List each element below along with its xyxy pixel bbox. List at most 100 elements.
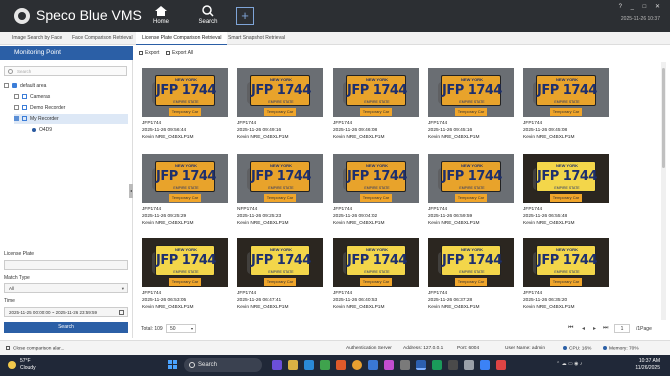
tree-item-o4d9[interactable]: O4D9 (32, 125, 52, 135)
first-page-icon[interactable]: ⏮ (568, 325, 573, 332)
result-camera: Kevin NRE_O4BXLP1M (523, 135, 575, 140)
system-tray[interactable]: ⌃ ☁ ▭ ◉ ♪ (556, 361, 582, 367)
plate-snapshot[interactable]: NEW YORK JFP 1744 EMPIRE STATE Temporary Ca… (142, 68, 228, 117)
tree-item-demo-recorder[interactable]: Demo Recorder (14, 103, 65, 113)
results-scrollbar[interactable] (661, 62, 666, 320)
app-icon[interactable] (464, 360, 474, 370)
match-type-select[interactable]: All ▾ (4, 283, 128, 293)
page-size-select[interactable]: 50 ▾ (166, 324, 196, 333)
server-address: Address: 127.0.0.1 (403, 346, 444, 351)
tree-checkbox[interactable] (14, 116, 19, 122)
result-card[interactable]: NEW YORK JFP 1744 EMPIRE STATE Temporary Ca… (523, 238, 609, 318)
tree-item-label: My Recorder (30, 116, 59, 122)
plate-snapshot[interactable]: NEW YORK JFP 1744 EMPIRE STATE Temporary Ca… (523, 238, 609, 287)
result-time: 2025-11-26 06:37:28 (428, 298, 473, 303)
app-icon[interactable] (320, 360, 330, 370)
search-placeholder: Search (17, 69, 32, 74)
plate-snapshot[interactable]: NEW YORK JFP 1744 EMPIRE STATE Temporary Ca… (333, 154, 419, 203)
result-card[interactable]: NEW YORK JFP 1744 EMPIRE STATE Temporary Ca… (333, 68, 419, 148)
result-card[interactable]: NEW YORK JFP 1744 EMPIRE STATE Temporary Ca… (237, 238, 323, 318)
plate-snapshot[interactable]: NEW YORK JFP 1744 EMPIRE STATE Temporary Ca… (428, 154, 514, 203)
app-icon[interactable] (400, 360, 410, 370)
result-card[interactable]: NEW YORK JFP 1744 EMPIRE STATE Temporary Ca… (333, 238, 419, 318)
app-icon[interactable] (368, 360, 378, 370)
device-search-input[interactable]: Search (4, 66, 127, 76)
help-button[interactable]: ? (619, 4, 622, 10)
file-explorer-icon[interactable] (288, 360, 298, 370)
plate-snapshot[interactable]: NEW YORK JFP 1744 EMPIRE STATE Temporary Ca… (428, 68, 514, 117)
tab-license-plate-comparison-retrieval[interactable]: License Plate Comparison Retrieval (136, 32, 228, 45)
weather-widget[interactable]: 57°F Cloudy (8, 358, 36, 371)
minimize-button[interactable]: _ (631, 4, 634, 10)
status-message[interactable]: Close comparison alar... (6, 346, 64, 351)
windows-start-icon[interactable] (168, 360, 178, 370)
tab-smart-snapshot-retrieval[interactable]: Smart Snapshot Retrieval (222, 32, 291, 45)
export-all-button[interactable]: Export All (166, 50, 193, 56)
tree-checkbox[interactable] (4, 83, 9, 89)
plate-snapshot[interactable]: NEW YORK JFP 1744 EMPIRE STATE Temporary Ca… (333, 238, 419, 287)
tree-item-label: Cameras (30, 94, 51, 100)
tree-checkbox[interactable] (14, 94, 19, 100)
add-tab-button[interactable]: + (236, 7, 254, 25)
maximize-button[interactable]: □ (643, 4, 647, 10)
plate-number: JFP 1744 (442, 169, 502, 184)
app-icon[interactable] (304, 360, 314, 370)
result-card[interactable]: NEW YORK JFP 1744 EMPIRE STATE Temporary Ca… (142, 238, 228, 318)
plate-footer: EMPIRE STATE (364, 270, 390, 274)
vehicle-tag-badge: Temporary Car (360, 108, 392, 116)
result-card[interactable]: NEW YORK JFP 1744 EMPIRE STATE Temporary Ca… (523, 154, 609, 234)
plate-number: JFP 1744 (156, 83, 216, 98)
plate-snapshot[interactable]: NEW YORK JFP 1744 EMPIRE STATE Temporary Ca… (428, 238, 514, 287)
collapse-panel-handle[interactable]: ◂ (129, 184, 133, 198)
scrollbar-thumb[interactable] (662, 68, 665, 168)
chrome-icon[interactable] (352, 360, 362, 370)
export-button[interactable]: Export (139, 50, 159, 56)
result-time: 2025-11-26 09:45:16 (428, 128, 473, 133)
prev-page-icon[interactable]: ◂ (582, 325, 585, 332)
plate-snapshot[interactable]: NEW YORK JFP 1744 EMPIRE STATE Temporary Ca… (237, 68, 323, 117)
last-page-icon[interactable]: ⏭ (603, 325, 608, 332)
plate-snapshot[interactable]: NEW YORK JFP 1744 EMPIRE STATE Temporary Ca… (142, 154, 228, 203)
taskbar-search[interactable]: Search (184, 358, 262, 372)
result-card[interactable]: NEW YORK JFP 1744 EMPIRE STATE Temporary Ca… (333, 154, 419, 234)
tree-item-my-recorder[interactable]: My Recorder (14, 114, 128, 124)
plate-snapshot[interactable]: NEW YORK JFP 1744 EMPIRE STATE Temporary Ca… (523, 68, 609, 117)
house-icon (22, 94, 27, 100)
result-card[interactable]: NEW YORK JFP 1744 EMPIRE STATE Temporary Ca… (237, 68, 323, 148)
plate-snapshot[interactable]: NEW YORK JFP 1744 EMPIRE STATE Temporary Ca… (237, 238, 323, 287)
result-card[interactable]: NEW YORK JFP 1744 EMPIRE STATE Temporary Ca… (428, 154, 514, 234)
plate-snapshot[interactable]: NEW YORK JFP 1744 EMPIRE STATE Temporary Ca… (523, 154, 609, 203)
result-card[interactable]: NEW YORK JFP 1744 EMPIRE STATE Temporary Ca… (523, 68, 609, 148)
license-plate-input[interactable] (4, 260, 128, 270)
result-card[interactable]: NEW YORK JFP 1744 EMPIRE STATE Temporary Ca… (142, 68, 228, 148)
app-icon[interactable] (448, 360, 458, 370)
result-card[interactable]: NEW YORK JFP 1744 EMPIRE STATE Temporary Ca… (428, 68, 514, 148)
plate-snapshot[interactable]: NEW YORK JFP 1744 EMPIRE STATE Temporary Ca… (142, 238, 228, 287)
time-range-input[interactable]: 2025-11-25 00:00:00 ~ 2025-11-26 23:59:5… (4, 307, 128, 317)
app-icon[interactable] (432, 360, 442, 370)
page-number-input[interactable]: 1 (614, 324, 630, 333)
nav-search-button[interactable]: Search (191, 3, 225, 30)
tree-item-default-area[interactable]: default area (4, 81, 46, 91)
app-icon[interactable] (480, 360, 490, 370)
tab-image-search-by-face[interactable]: Image Search by Face (6, 32, 68, 45)
vehicle-tag-badge: Temporary Car (360, 194, 392, 202)
app-icon[interactable] (496, 360, 506, 370)
tree-checkbox[interactable] (14, 105, 19, 111)
plate-snapshot[interactable]: NEW YORK JFP 1744 EMPIRE STATE Temporary Ca… (237, 154, 323, 203)
taskbar-clock[interactable]: 10:37 AM 11/26/2025 (635, 358, 660, 372)
tab-face-comparison-retrieval[interactable]: Face Comparison Retrieval (66, 32, 139, 45)
tree-item-cameras[interactable]: Cameras (14, 92, 50, 102)
next-page-icon[interactable]: ▸ (593, 325, 596, 332)
copilot-icon[interactable] (272, 360, 282, 370)
app-icon[interactable] (384, 360, 394, 370)
plate-snapshot[interactable]: NEW YORK JFP 1744 EMPIRE STATE Temporary Ca… (333, 68, 419, 117)
speco-vms-icon[interactable] (416, 360, 426, 370)
nav-home-button[interactable]: Home (144, 3, 178, 30)
close-button[interactable]: ✕ (655, 4, 660, 10)
result-card[interactable]: NEW YORK JFP 1744 EMPIRE STATE Temporary Ca… (428, 238, 514, 318)
app-icon[interactable] (336, 360, 346, 370)
result-card[interactable]: NEW YORK JFP 1744 EMPIRE STATE Temporary Ca… (142, 154, 228, 234)
result-card[interactable]: NEW YORK JFP 1744 EMPIRE STATE Temporary Ca… (237, 154, 323, 234)
search-button[interactable]: Search (4, 322, 128, 333)
